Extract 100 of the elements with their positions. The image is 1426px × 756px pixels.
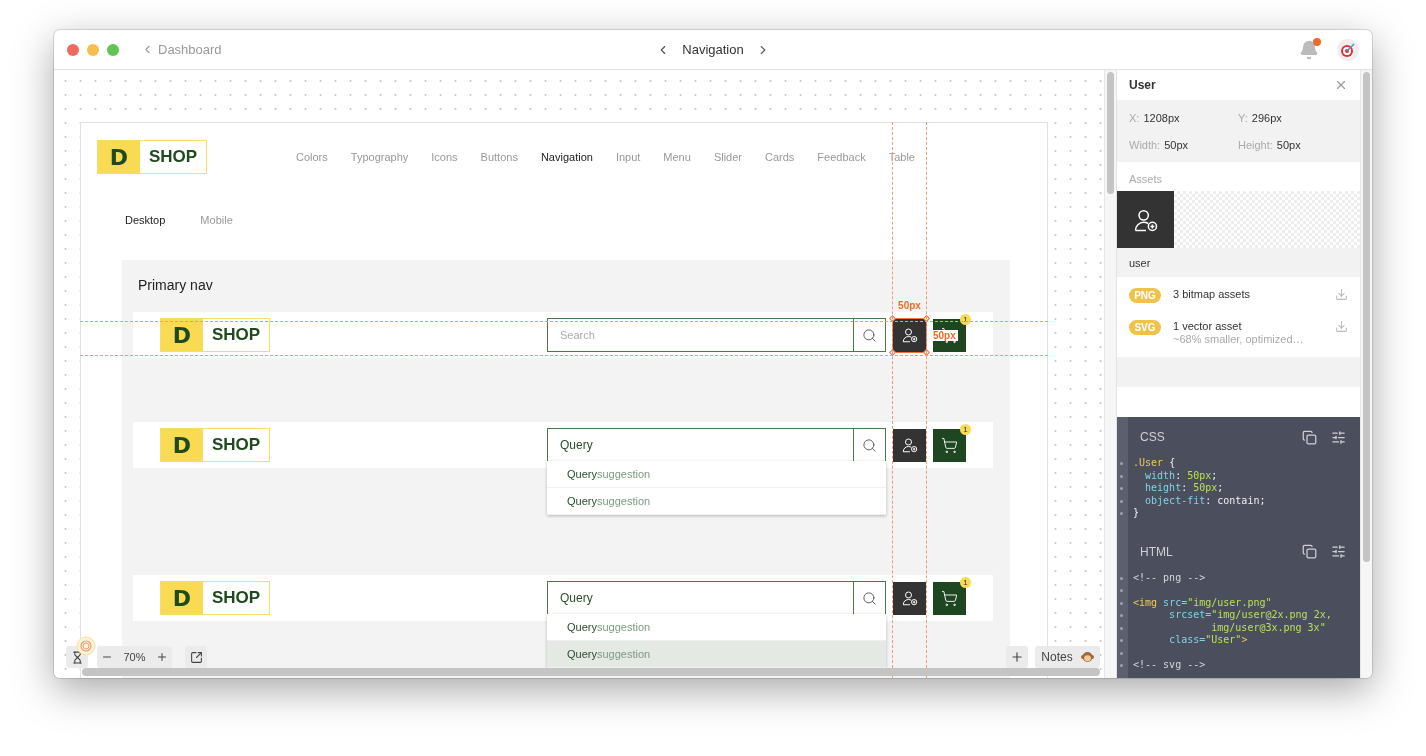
inspector-title: User bbox=[1129, 78, 1156, 92]
plus-icon bbox=[1010, 650, 1024, 664]
suggestion-item[interactable]: Querysuggestion bbox=[547, 614, 886, 641]
search-field[interactable]: Search bbox=[547, 318, 853, 352]
user-add-icon bbox=[900, 589, 919, 607]
nav-link[interactable]: Slider bbox=[713, 151, 742, 163]
notes-button[interactable]: Notes bbox=[1035, 646, 1100, 668]
external-link-icon bbox=[189, 650, 203, 664]
avatar-target-icon[interactable] bbox=[1337, 38, 1359, 61]
nav-link[interactable]: Feedback bbox=[817, 151, 866, 163]
nav-link[interactable]: Colors bbox=[296, 151, 328, 163]
sliders-icon bbox=[1331, 544, 1346, 559]
suggestion-item[interactable]: Querysuggestion bbox=[547, 641, 886, 668]
width-measure-label: 50px bbox=[897, 299, 922, 311]
download-icon bbox=[1335, 288, 1348, 301]
nav-link[interactable]: Menu bbox=[663, 151, 691, 163]
format-tag: SVG bbox=[1129, 320, 1161, 335]
copy-button[interactable] bbox=[1302, 544, 1317, 559]
selection-handle[interactable] bbox=[888, 348, 897, 356]
user-button[interactable] bbox=[893, 318, 926, 352]
horizontal-scrollbar[interactable] bbox=[82, 668, 1100, 676]
suggestion-item[interactable]: Querysuggestion bbox=[547, 461, 886, 488]
cart-button[interactable] bbox=[933, 428, 966, 462]
search-icon bbox=[862, 590, 877, 606]
back-link[interactable]: Dashboard bbox=[158, 42, 222, 57]
nav-link[interactable]: Navigation bbox=[540, 151, 593, 163]
logo-text: SHOP bbox=[210, 324, 262, 346]
search-button[interactable] bbox=[853, 428, 886, 462]
property-value: Y: 296px bbox=[1238, 110, 1283, 126]
search-icon bbox=[862, 437, 877, 453]
code-line: <!-- png --> bbox=[1133, 571, 1206, 583]
cart-icon bbox=[941, 436, 958, 454]
search-button[interactable] bbox=[853, 581, 886, 615]
code-line: srcset="img/user@2x.png 2x, bbox=[1168, 609, 1332, 620]
hourglass-icon bbox=[70, 650, 84, 664]
code-line: width: 50px; bbox=[1144, 469, 1218, 481]
copy-button[interactable] bbox=[1302, 429, 1317, 445]
zoom-level: 70% bbox=[123, 651, 146, 663]
nav-link[interactable]: Typography bbox=[350, 151, 409, 163]
cart-button[interactable] bbox=[933, 581, 966, 615]
pulse-icon bbox=[76, 636, 96, 656]
cart-badge: 1 bbox=[960, 576, 971, 588]
scrollbar-thumb[interactable] bbox=[1363, 72, 1370, 562]
nav-link[interactable]: Buttons bbox=[480, 151, 518, 163]
export-detail: ~68% smaller, optimized… bbox=[1173, 333, 1305, 345]
user-button[interactable] bbox=[893, 428, 926, 462]
logo-text: SHOP bbox=[210, 434, 262, 456]
property-value: Width: 50px bbox=[1129, 137, 1190, 153]
view-tab[interactable]: Desktop bbox=[125, 214, 166, 226]
export-label: 1 vector asset bbox=[1173, 320, 1243, 332]
code-line: <!-- svg --> bbox=[1133, 659, 1206, 670]
suggestion-item[interactable]: Querysuggestion bbox=[547, 488, 886, 515]
open-external-button[interactable] bbox=[185, 646, 207, 668]
view-tab[interactable]: Mobile bbox=[200, 214, 233, 226]
user-add-icon bbox=[900, 436, 919, 454]
download-icon bbox=[1335, 320, 1348, 333]
window-title: Navigation bbox=[682, 42, 744, 57]
cart-icon bbox=[941, 589, 958, 607]
search-button[interactable] bbox=[853, 318, 886, 352]
logo-text: SHOP bbox=[147, 146, 199, 168]
nav-link[interactable]: Icons bbox=[431, 151, 458, 163]
monkey-icon bbox=[1080, 651, 1094, 663]
code-line: } bbox=[1133, 507, 1140, 518]
code-line: object-fit: contain; bbox=[1144, 494, 1266, 506]
logo-text: SHOP bbox=[210, 587, 262, 609]
nav-link[interactable]: Table bbox=[888, 151, 915, 163]
scrollbar-thumb[interactable] bbox=[1107, 72, 1114, 194]
code-line: class="User"> bbox=[1168, 634, 1248, 645]
close-window-button[interactable] bbox=[67, 43, 79, 56]
logo-mark: D bbox=[98, 141, 140, 173]
format-tag: PNG bbox=[1129, 288, 1161, 303]
nav-link[interactable]: Input bbox=[615, 151, 641, 163]
close-button[interactable] bbox=[1334, 78, 1348, 92]
copy-icon bbox=[1302, 544, 1317, 559]
property-value: X: 1208px bbox=[1129, 110, 1181, 126]
logo-mark: D bbox=[161, 429, 203, 461]
code-section-title: CSS bbox=[1140, 430, 1166, 444]
assets-label: Assets bbox=[1128, 172, 1163, 187]
selection-handle[interactable] bbox=[922, 314, 931, 322]
plus-icon bbox=[156, 651, 168, 663]
settings-button[interactable] bbox=[1331, 429, 1346, 445]
logo-mark: D bbox=[161, 582, 203, 614]
add-button[interactable] bbox=[1006, 646, 1028, 668]
sliders-icon bbox=[1331, 429, 1346, 445]
code-line: <img src="img/user.png" bbox=[1133, 596, 1272, 608]
code-section-title: HTML bbox=[1140, 544, 1174, 559]
section-title: Primary nav bbox=[137, 277, 214, 293]
asset-name: user bbox=[1117, 248, 1360, 277]
settings-button[interactable] bbox=[1331, 544, 1346, 559]
zoom-in-button[interactable] bbox=[156, 651, 168, 663]
nav-link[interactable]: Cards bbox=[765, 151, 795, 163]
user-add-icon bbox=[900, 326, 919, 344]
search-icon bbox=[862, 327, 877, 343]
property-value: Height: 50px bbox=[1238, 137, 1302, 153]
logo-mark: D bbox=[161, 319, 203, 351]
user-button[interactable] bbox=[893, 581, 926, 615]
close-icon bbox=[1334, 78, 1348, 92]
cart-badge: 1 bbox=[960, 423, 971, 435]
notification-button[interactable] bbox=[1299, 39, 1319, 60]
code-line: img/user@3x.png 3x" bbox=[1210, 621, 1326, 633]
